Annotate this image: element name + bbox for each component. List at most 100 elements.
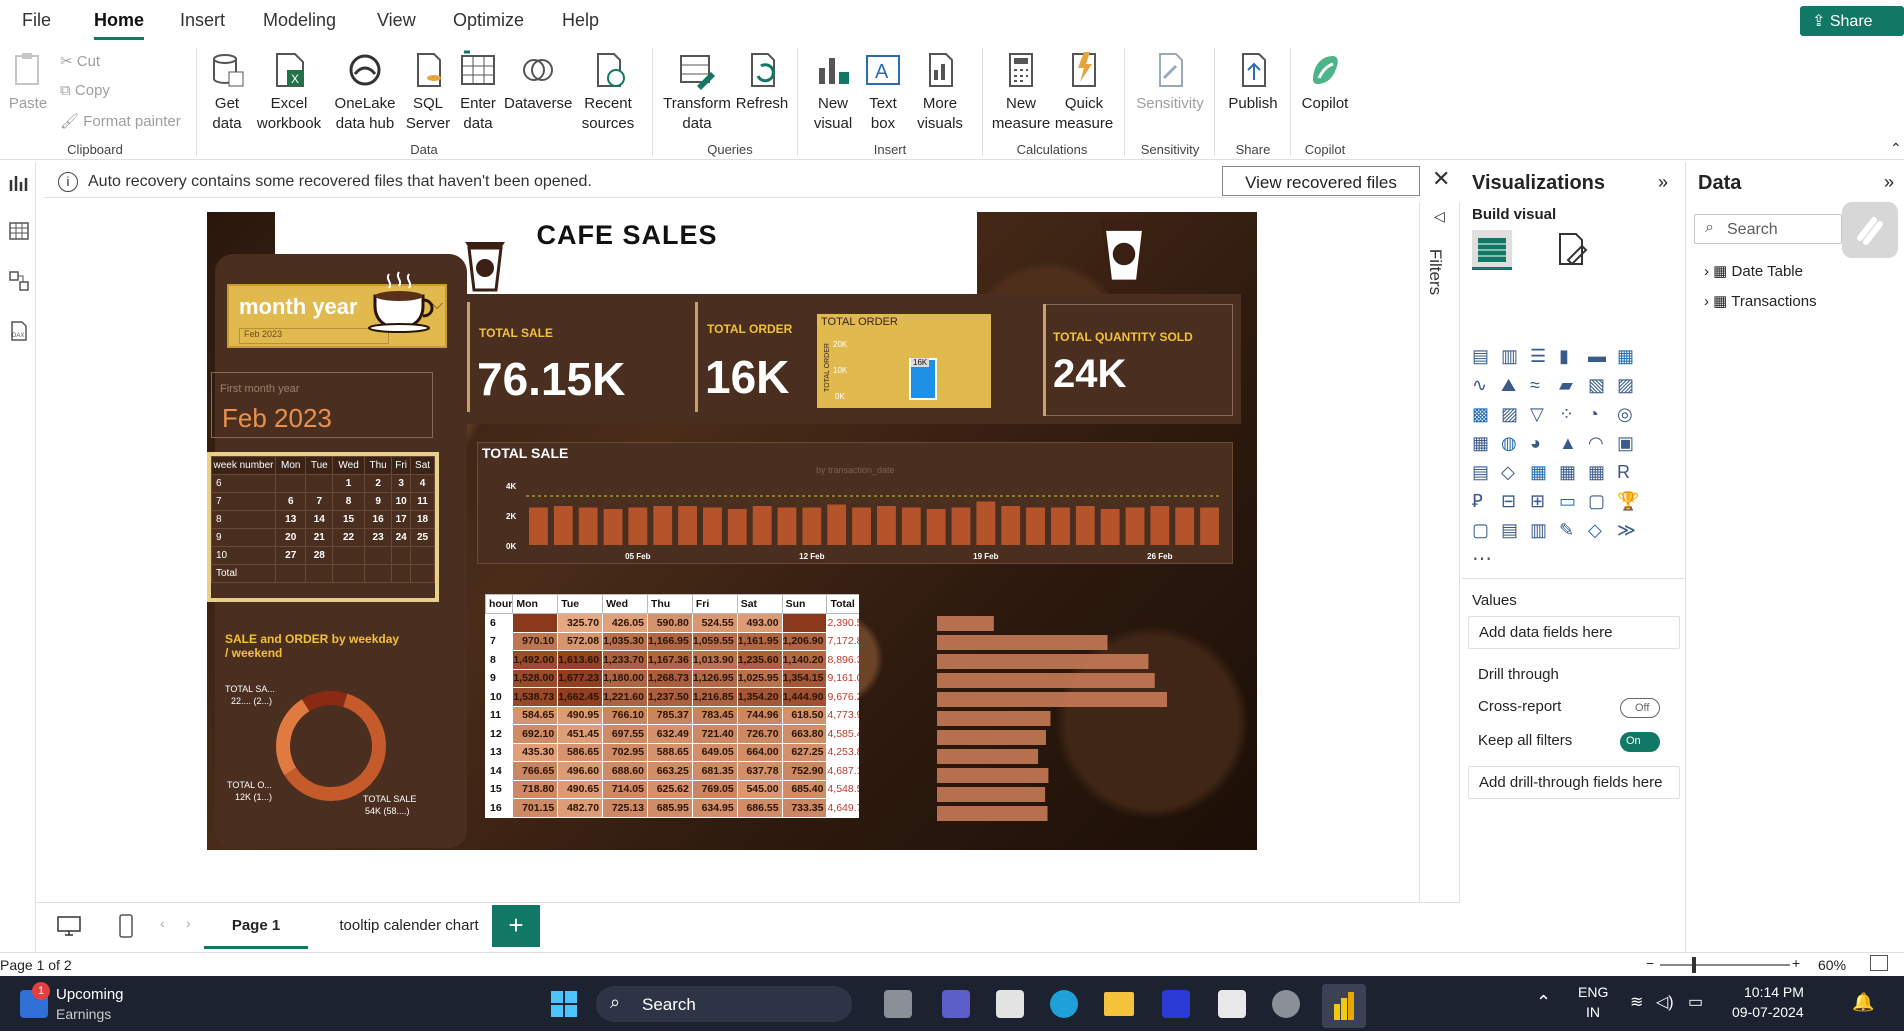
hour-bar[interactable] bbox=[937, 616, 994, 631]
tab-tooltip-calender-chart[interactable]: tooltip calender chart bbox=[320, 903, 498, 949]
language-indicator[interactable]: ENG bbox=[1578, 984, 1608, 1000]
view-recovered-files-button[interactable]: View recovered files bbox=[1222, 166, 1420, 196]
matrix-cell[interactable]: 9,161.01 bbox=[826, 668, 859, 688]
volume-icon[interactable]: ◁) bbox=[1656, 992, 1674, 1012]
paste-button[interactable]: Paste bbox=[8, 50, 48, 114]
matrix-cell[interactable]: 721.40 bbox=[691, 724, 738, 744]
calendar-cell[interactable]: 9 bbox=[211, 528, 276, 547]
tab-modeling[interactable]: Modeling bbox=[263, 10, 336, 31]
matrix-cell[interactable]: 325.70 bbox=[557, 613, 604, 633]
add-drill-through-well[interactable]: Add drill-through fields here bbox=[1468, 766, 1680, 799]
bar[interactable] bbox=[727, 509, 747, 545]
calendar-cell[interactable]: 17 bbox=[391, 510, 412, 529]
visual-type-icon[interactable]: ☰ bbox=[1530, 346, 1554, 370]
hour-bar[interactable] bbox=[937, 749, 1039, 764]
calendar-cell[interactable]: 24 bbox=[391, 528, 412, 547]
matrix-cell[interactable]: 12 bbox=[485, 724, 514, 744]
matrix-cell[interactable]: 688.60 bbox=[602, 761, 648, 781]
matrix-cell[interactable]: 6 bbox=[485, 613, 514, 633]
hour-bar[interactable] bbox=[937, 806, 1048, 821]
matrix-cell[interactable]: 744.96 bbox=[736, 705, 783, 725]
calendar-cell[interactable]: 20 bbox=[274, 528, 307, 547]
app-icon[interactable] bbox=[1218, 990, 1246, 1018]
matrix-cell[interactable]: 1,677.23 bbox=[557, 668, 604, 688]
matrix-cell[interactable] bbox=[781, 613, 828, 633]
total-order-gauge-card[interactable]: TOTAL ORDER 20K 10K 0K TOTAL ORDER 16K bbox=[817, 314, 991, 408]
file-explorer-icon[interactable] bbox=[1104, 992, 1134, 1016]
calendar-cell[interactable]: 15 bbox=[332, 510, 366, 529]
matrix-cell[interactable]: 588.65 bbox=[646, 742, 693, 762]
matrix-cell[interactable]: 663.80 bbox=[781, 724, 828, 744]
matrix-cell[interactable]: 1,538.73 bbox=[512, 687, 559, 707]
copilot-floating-icon[interactable] bbox=[1842, 202, 1898, 258]
tab-optimize[interactable]: Optimize bbox=[453, 10, 524, 31]
copilot-button[interactable]: Copilot bbox=[1298, 50, 1352, 114]
matrix-cell[interactable]: 1,528.00 bbox=[512, 668, 559, 688]
enter-data-button[interactable]: Enter data bbox=[458, 50, 498, 134]
transform-data-button[interactable]: Transform data bbox=[662, 50, 732, 134]
visual-type-icon[interactable]: ▲ bbox=[1559, 433, 1583, 457]
tab-insert[interactable]: Insert bbox=[180, 10, 225, 31]
visual-type-icon[interactable]: ✎ bbox=[1559, 520, 1583, 544]
matrix-cell[interactable]: 490.65 bbox=[557, 779, 604, 799]
visual-type-icon[interactable]: ▦ bbox=[1472, 433, 1496, 457]
mobile-layout-icon[interactable] bbox=[118, 913, 134, 939]
matrix-cell[interactable]: 451.45 bbox=[557, 724, 604, 744]
matrix-cell[interactable]: 7,172.83 bbox=[826, 631, 859, 651]
visual-type-icon[interactable]: ▩ bbox=[1472, 404, 1496, 428]
visual-type-icon[interactable]: ▢ bbox=[1472, 520, 1496, 544]
matrix-cell[interactable]: 584.65 bbox=[512, 705, 559, 725]
matrix-cell[interactable]: 785.37 bbox=[646, 705, 693, 725]
matrix-cell[interactable]: 1,221.60 bbox=[602, 687, 648, 707]
matrix-cell[interactable]: 2,390.50 bbox=[826, 613, 859, 633]
matrix-cell[interactable]: 1,126.95 bbox=[691, 668, 738, 688]
visual-type-icon[interactable]: ⛰ bbox=[1501, 375, 1525, 399]
share-button[interactable]: ⇪ Share bbox=[1800, 6, 1904, 36]
matrix-cell[interactable]: 625.62 bbox=[646, 779, 693, 799]
chevron-right-icon[interactable]: › bbox=[186, 915, 191, 931]
calendar-cell[interactable]: 2 bbox=[364, 474, 393, 493]
matrix-cell[interactable]: 8 bbox=[485, 650, 514, 670]
matrix-cell[interactable]: 1,216.85 bbox=[691, 687, 738, 707]
hour-bar[interactable] bbox=[937, 768, 1049, 783]
matrix-cell[interactable] bbox=[512, 613, 559, 633]
matrix-cell[interactable]: 752.90 bbox=[781, 761, 828, 781]
chevron-up-icon[interactable]: ⌃ bbox=[1536, 992, 1551, 1013]
donut-chart[interactable] bbox=[269, 684, 393, 808]
matrix-cell[interactable]: 1,662.45 bbox=[557, 687, 604, 707]
visual-type-icon[interactable]: ≈ bbox=[1530, 375, 1554, 399]
matrix-cell[interactable]: 627.25 bbox=[781, 742, 828, 762]
donut-slice[interactable] bbox=[301, 691, 348, 712]
matrix-cell[interactable]: 970.10 bbox=[512, 631, 559, 651]
matrix-cell[interactable]: 783.45 bbox=[691, 705, 738, 725]
visual-type-icon[interactable]: ∿ bbox=[1472, 375, 1496, 399]
matrix-cell[interactable]: 7 bbox=[485, 631, 514, 651]
matrix-cell[interactable]: 1,167.36 bbox=[646, 650, 693, 670]
matrix-cell[interactable]: 1,140.20 bbox=[781, 650, 828, 670]
calendar-cell[interactable] bbox=[274, 474, 307, 493]
clock-time[interactable]: 10:14 PM bbox=[1744, 984, 1804, 1000]
bar[interactable] bbox=[802, 507, 822, 546]
publish-button[interactable]: Publish bbox=[1224, 50, 1282, 114]
matrix-cell[interactable]: 1,013.90 bbox=[691, 650, 738, 670]
matrix-cell[interactable]: 11 bbox=[485, 705, 514, 725]
calendar-cell[interactable]: 13 bbox=[274, 510, 307, 529]
calendar-cell[interactable]: 22 bbox=[332, 528, 366, 547]
matrix-cell[interactable]: 697.55 bbox=[602, 724, 648, 744]
windows-start-icon[interactable] bbox=[550, 990, 578, 1018]
matrix-cell[interactable]: 1,268.73 bbox=[646, 668, 693, 688]
calendar-cell[interactable]: 8 bbox=[332, 492, 366, 511]
calendar-cell[interactable]: 23 bbox=[364, 528, 393, 547]
matrix-cell[interactable]: 725.13 bbox=[602, 798, 648, 818]
hour-bar[interactable] bbox=[937, 787, 1046, 802]
calendar-cell[interactable]: 14 bbox=[305, 510, 334, 529]
hour-bar[interactable] bbox=[937, 635, 1108, 650]
visual-type-icon[interactable]: ▧ bbox=[1588, 375, 1612, 399]
matrix-cell[interactable]: 524.55 bbox=[691, 613, 738, 633]
excel-workbook-button[interactable]: X Excel workbook bbox=[254, 50, 324, 134]
visual-type-icon[interactable]: ▽ bbox=[1530, 404, 1554, 428]
bar[interactable] bbox=[852, 507, 871, 546]
visual-type-icon[interactable]: ▰ bbox=[1559, 375, 1583, 399]
calendar-cell[interactable]: 9 bbox=[364, 492, 393, 511]
bar[interactable] bbox=[951, 507, 971, 546]
